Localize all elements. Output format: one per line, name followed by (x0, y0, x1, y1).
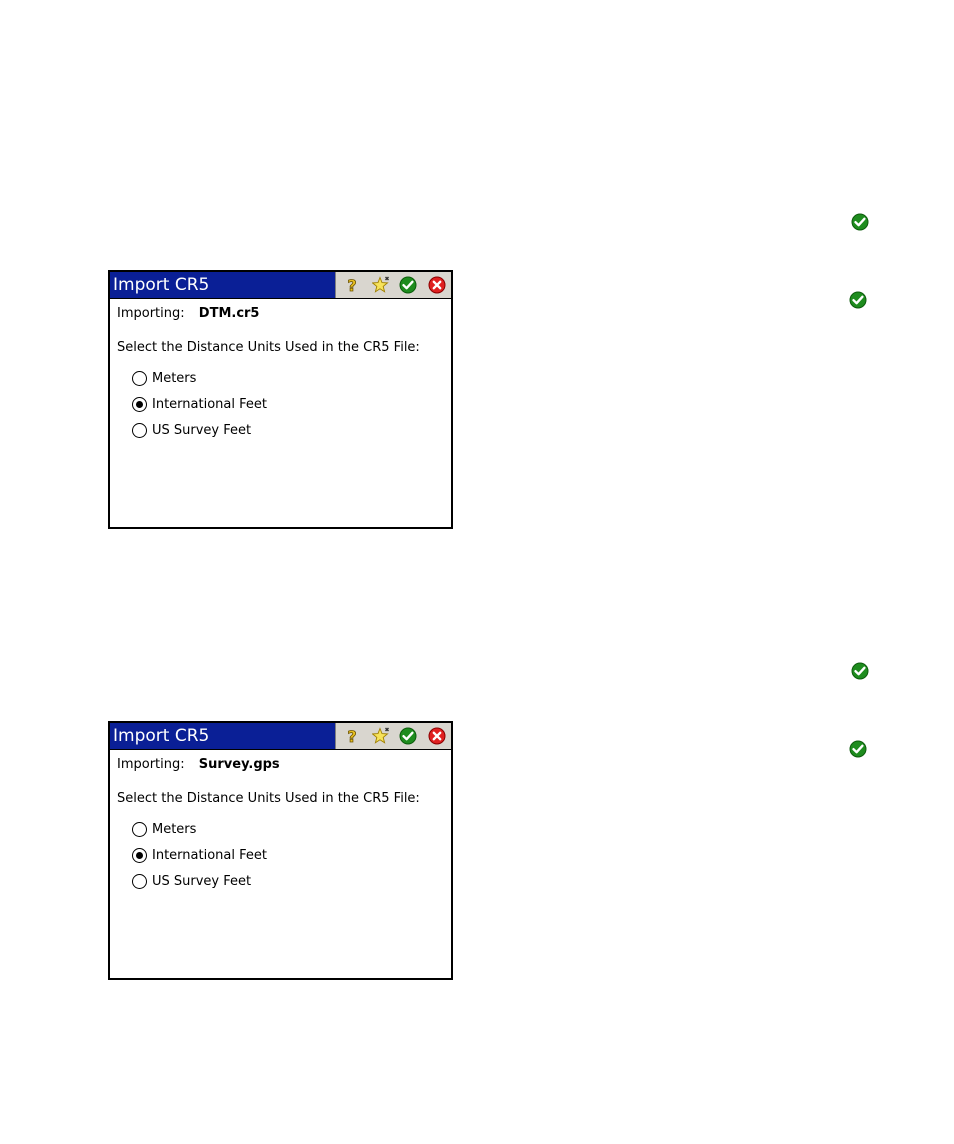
units-prompt: Select the Distance Units Used in the CR… (117, 340, 420, 355)
radio-button[interactable] (132, 873, 147, 889)
title-button-strip: ? (335, 723, 451, 749)
help-icon[interactable]: ? (343, 276, 361, 294)
dialog-title: Import CR5 (113, 726, 210, 746)
radio-button-selected[interactable] (132, 847, 147, 863)
importing-row: Importing: Survey.gps (117, 757, 280, 772)
check-circle-icon (849, 291, 867, 309)
svg-text:?: ? (347, 276, 356, 294)
close-x-icon[interactable] (428, 276, 446, 294)
importing-filename: Survey.gps (198, 757, 280, 772)
favorites-icon[interactable] (372, 276, 390, 294)
radio-button-selected[interactable] (132, 396, 147, 412)
importing-label: Importing: (117, 306, 185, 321)
title-button-strip: ? (335, 272, 451, 298)
svg-text:?: ? (347, 727, 356, 745)
radio-label: International Feet (152, 396, 267, 412)
check-circle-icon (851, 213, 869, 231)
favorites-icon[interactable] (372, 727, 390, 745)
importing-filename: DTM.cr5 (198, 306, 260, 321)
radio-us-survey-feet[interactable]: US Survey Feet (132, 872, 251, 890)
radio-label: US Survey Feet (152, 422, 252, 438)
check-circle-icon (851, 662, 869, 680)
radio-button[interactable] (132, 821, 147, 837)
ok-check-icon[interactable] (399, 727, 417, 745)
title-bar: Import CR5 ? (110, 272, 451, 299)
importing-label: Importing: (117, 757, 185, 772)
radio-label: Meters (152, 821, 197, 837)
radio-international-feet[interactable]: International Feet (132, 395, 267, 413)
radio-label: Meters (152, 370, 197, 386)
help-icon[interactable]: ? (343, 727, 361, 745)
radio-us-survey-feet[interactable]: US Survey Feet (132, 421, 251, 439)
check-circle-icon (849, 740, 867, 758)
importing-row: Importing: DTM.cr5 (117, 306, 259, 321)
radio-meters[interactable]: Meters (132, 369, 196, 387)
radio-label: US Survey Feet (152, 873, 252, 889)
import-cr5-dialog: Import CR5 ? Importing: DTM.cr5 Select t… (108, 270, 453, 529)
title-bar: Import CR5 ? (110, 723, 451, 750)
radio-button[interactable] (132, 422, 147, 438)
radio-button[interactable] (132, 370, 147, 386)
ok-check-icon[interactable] (399, 276, 417, 294)
radio-label: International Feet (152, 847, 267, 863)
close-x-icon[interactable] (428, 727, 446, 745)
import-cr5-dialog: Import CR5 ? Importing: Survey.gps Selec… (108, 721, 453, 980)
radio-international-feet[interactable]: International Feet (132, 846, 267, 864)
dialog-title: Import CR5 (113, 275, 210, 295)
units-prompt: Select the Distance Units Used in the CR… (117, 791, 420, 806)
radio-meters[interactable]: Meters (132, 820, 196, 838)
